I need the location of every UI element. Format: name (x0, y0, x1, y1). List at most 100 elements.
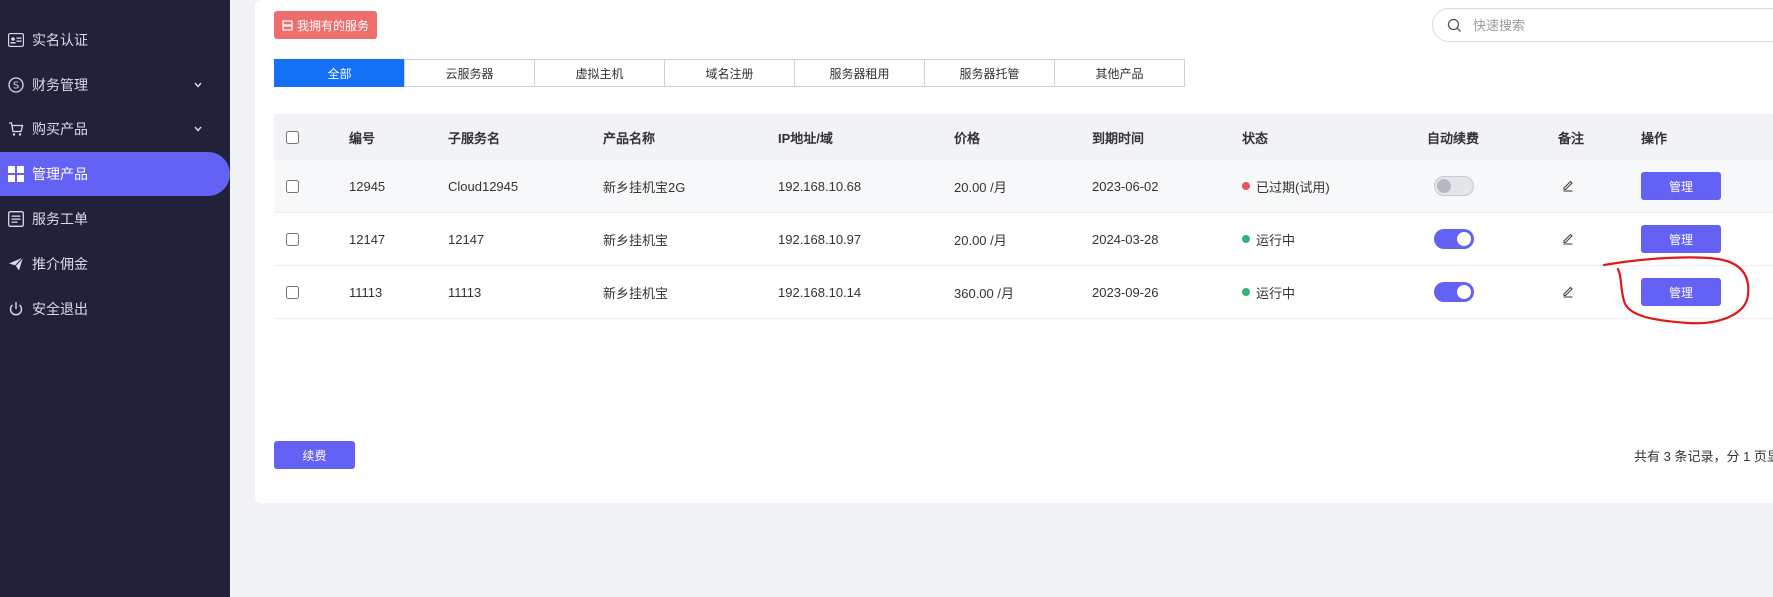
autorenew-cell (1434, 160, 1474, 212)
note-cell (1562, 213, 1574, 265)
cell-price: 20.00 /月 (954, 232, 1007, 248)
toggle-knob (1457, 285, 1471, 299)
cell-id: 12945 (349, 178, 386, 194)
status-dot (1242, 235, 1250, 243)
header-expire: 到期时间 (1092, 130, 1145, 146)
id-card-icon (7, 31, 25, 49)
header-ip: IP地址/域 (778, 130, 833, 146)
cell-ip: 192.168.10.97 (778, 231, 862, 247)
autorenew-cell (1434, 213, 1474, 265)
grid-icon (7, 165, 25, 183)
search-icon (1447, 18, 1462, 33)
edit-icon[interactable] (1562, 286, 1574, 298)
autorenew-toggle[interactable] (1434, 282, 1474, 302)
tab-server-rental[interactable]: 服务器租用 (794, 59, 925, 87)
cell-sub-service: Cloud12945 (448, 178, 519, 194)
edit-icon[interactable] (1562, 233, 1574, 245)
note-cell (1562, 160, 1574, 212)
list-icon (7, 210, 25, 228)
chevron-down-icon (190, 121, 206, 137)
header-note: 备注 (1558, 130, 1585, 146)
header-sub-service: 子服务名 (448, 130, 501, 146)
cell-ip: 192.168.10.68 (778, 178, 862, 194)
search-input[interactable] (1473, 15, 1773, 35)
status-dot (1242, 288, 1250, 296)
cell-expire: 2023-06-02 (1092, 178, 1159, 194)
sidebar-item-tickets[interactable]: 服务工单 (0, 197, 230, 241)
sidebar-item-referral[interactable]: 推介佣金 (0, 242, 230, 286)
tab-domain[interactable]: 域名注册 (664, 59, 795, 87)
tab-all[interactable]: 全部 (274, 59, 405, 87)
dollar-circle-icon: S (7, 76, 25, 94)
renew-button[interactable]: 续费 (274, 441, 355, 469)
header-action: 操作 (1641, 130, 1668, 146)
sidebar-item-label: 财务管理 (32, 77, 88, 93)
cell-product: 新乡挂机宝 (603, 285, 669, 301)
cart-icon (7, 120, 25, 138)
sidebar-item-label: 购买产品 (32, 121, 88, 137)
cell-id: 11113 (349, 284, 383, 300)
status-text: 运行中 (1256, 232, 1296, 248)
header-autorenew: 自动续费 (1427, 130, 1480, 146)
sidebar: 实名认证 S 财务管理 购买产品 管理产品 服务工单 推介佣金 安全退出 (0, 0, 230, 597)
sidebar-item-finance[interactable]: S 财务管理 (0, 63, 230, 107)
row-checkbox[interactable] (286, 179, 299, 193)
tab-virtual-host[interactable]: 虚拟主机 (534, 59, 665, 87)
server-icon (282, 19, 293, 31)
table-row: 11113 11113 新乡挂机宝 192.168.10.14 360.00 /… (274, 266, 1773, 319)
status-dot (1242, 182, 1250, 190)
power-icon (7, 300, 25, 318)
manage-button[interactable]: 管理 (1641, 172, 1721, 200)
cell-ip: 192.168.10.14 (778, 284, 862, 300)
row-select-cell (286, 213, 299, 265)
cell-sub-service: 11113 (448, 284, 482, 300)
sidebar-item-manage-products[interactable]: 管理产品 (0, 152, 230, 196)
svg-text:S: S (13, 81, 19, 92)
toggle-knob (1457, 232, 1471, 246)
annotation-circle (1602, 256, 1750, 325)
cell-sub-service: 12147 (448, 231, 485, 247)
tab-server-hosting[interactable]: 服务器托管 (924, 59, 1055, 87)
note-cell (1562, 266, 1574, 318)
sidebar-item-label: 管理产品 (32, 166, 88, 182)
cell-id: 12147 (349, 231, 386, 247)
autorenew-toggle[interactable] (1434, 229, 1474, 249)
cell-product: 新乡挂机宝2G (603, 179, 686, 195)
header-status: 状态 (1242, 130, 1269, 146)
action-cell: 管理 (1641, 160, 1721, 212)
sidebar-item-label: 服务工单 (32, 211, 88, 227)
sidebar-item-real-name[interactable]: 实名认证 (0, 18, 230, 62)
sidebar-item-label: 实名认证 (32, 32, 88, 48)
product-tabs: 全部 云服务器 虚拟主机 域名注册 服务器租用 服务器托管 其他产品 (274, 59, 1185, 87)
status-badge: 已过期(试用) (1242, 160, 1330, 212)
header-price: 价格 (954, 130, 981, 146)
edit-icon[interactable] (1562, 180, 1574, 192)
cell-price: 20.00 /月 (954, 179, 1007, 195)
autorenew-toggle[interactable] (1434, 176, 1474, 196)
cell-price: 360.00 /月 (954, 285, 1014, 301)
header-product: 产品名称 (603, 130, 656, 146)
row-select-cell (286, 160, 299, 212)
search-box[interactable] (1432, 8, 1773, 42)
autorenew-cell (1434, 266, 1474, 318)
status-text: 运行中 (1256, 285, 1296, 301)
row-checkbox[interactable] (286, 285, 299, 299)
toggle-knob (1437, 179, 1451, 193)
manage-button[interactable]: 管理 (1641, 225, 1721, 253)
select-all-checkbox[interactable] (286, 130, 299, 144)
tab-cloud-server[interactable]: 云服务器 (404, 59, 535, 87)
table-row: 12147 12147 新乡挂机宝 192.168.10.97 20.00 /月… (274, 213, 1773, 266)
row-checkbox[interactable] (286, 232, 299, 246)
sidebar-item-label: 安全退出 (32, 301, 88, 317)
sidebar-item-label: 推介佣金 (32, 256, 88, 272)
cell-expire: 2024-03-28 (1092, 231, 1159, 247)
status-badge: 运行中 (1242, 266, 1295, 318)
select-all-cell (286, 114, 299, 160)
sidebar-item-buy[interactable]: 购买产品 (0, 107, 230, 151)
my-services-button[interactable]: 我拥有的服务 (274, 11, 378, 39)
cell-product: 新乡挂机宝 (603, 232, 669, 248)
paper-plane-icon (7, 255, 25, 273)
table-row: 12945 Cloud12945 新乡挂机宝2G 192.168.10.68 2… (274, 160, 1773, 213)
tab-other[interactable]: 其他产品 (1054, 59, 1185, 87)
sidebar-item-logout[interactable]: 安全退出 (0, 287, 230, 331)
